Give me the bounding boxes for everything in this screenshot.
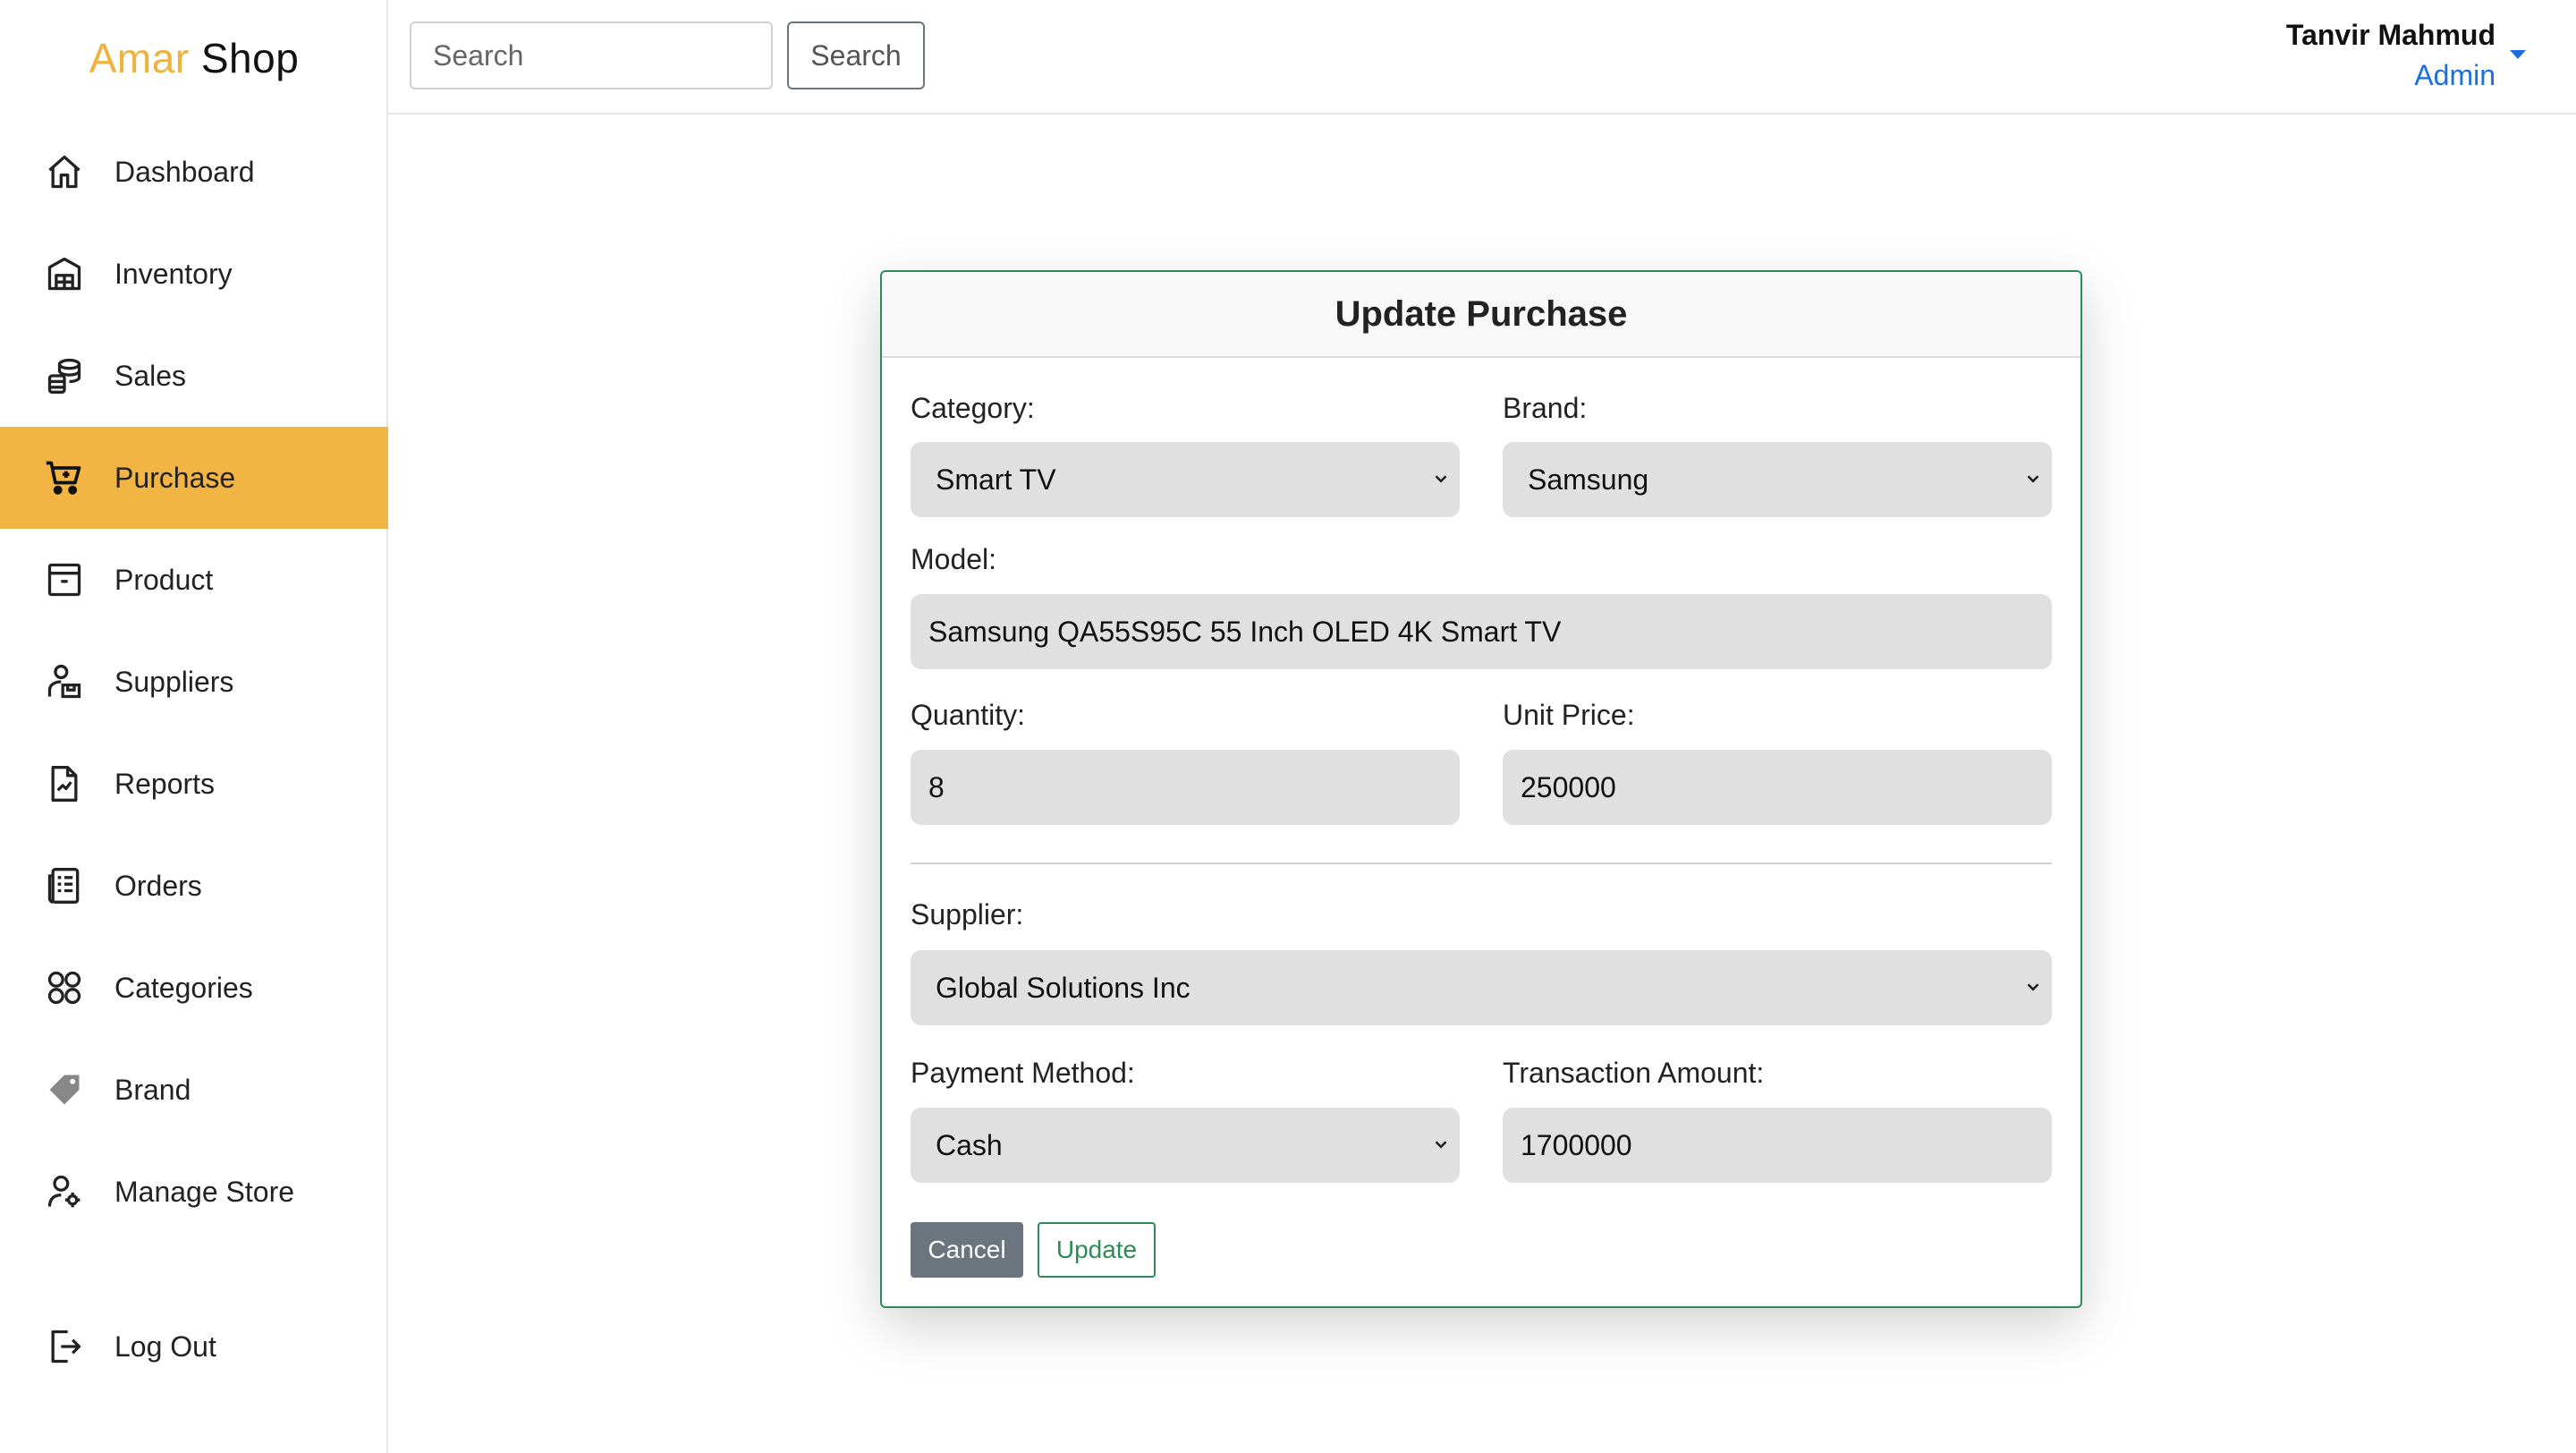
unit-price-input[interactable]: 250000 — [1503, 750, 2052, 825]
user-name: Tanvir Mahmud — [2285, 19, 2496, 51]
categories-icon — [45, 968, 84, 1007]
brand-logo-part1: Amar — [89, 35, 190, 81]
sidebar-item-manage-store[interactable]: Manage Store — [0, 1141, 388, 1243]
logout-label: Log Out — [114, 1330, 216, 1363]
supplier-icon — [45, 662, 84, 701]
archive-icon — [45, 560, 84, 599]
sidebar-item-label: Purchase — [114, 461, 236, 494]
orders-icon — [45, 866, 84, 905]
sidebar-item-label: Sales — [114, 359, 187, 392]
sidebar-item-dashboard[interactable]: Dashboard — [0, 121, 388, 223]
category-select[interactable]: Smart TV — [911, 442, 1460, 517]
supplier-value: Global Solutions Inc — [936, 971, 1191, 1004]
quantity-value: 8 — [928, 770, 945, 803]
brand-logo-part2: Shop — [200, 35, 300, 81]
sidebar-item-suppliers[interactable]: Suppliers — [0, 631, 388, 733]
sidebar-item-brand[interactable]: Brand — [0, 1039, 388, 1141]
sidebar-item-product[interactable]: Product — [0, 529, 388, 631]
payment-method-label: Payment Method: — [911, 1057, 1135, 1089]
sidebar-item-label: Inventory — [114, 257, 233, 290]
sidebar-item-purchase[interactable]: Purchase — [0, 427, 388, 529]
sidebar-item-label: Product — [114, 563, 214, 596]
transaction-amount-input[interactable]: 1700000 — [1503, 1108, 2052, 1183]
divider — [911, 862, 2052, 864]
app-root: Amar Shop Dashboard Inventory Sales Purc… — [0, 0, 2576, 1453]
update-button[interactable]: Update — [1038, 1222, 1156, 1278]
chevron-down-icon — [2027, 983, 2039, 991]
search-input[interactable] — [410, 21, 773, 89]
modal-title: Update Purchase — [1335, 293, 1628, 334]
sidebar-item-label: Brand — [114, 1073, 191, 1106]
brand-logo[interactable]: Amar Shop — [0, 34, 388, 82]
payment-method-value: Cash — [936, 1128, 1003, 1161]
model-value: Samsung QA55S95C 55 Inch OLED 4K Smart T… — [928, 615, 1562, 648]
sidebar-item-label: Categories — [114, 971, 253, 1004]
cart-icon — [45, 458, 84, 497]
category-label: Category: — [911, 392, 1035, 424]
search-button[interactable]: Search — [787, 21, 925, 89]
quantity-label: Quantity: — [911, 699, 1026, 731]
brand-label: Brand: — [1503, 392, 1588, 424]
chevron-down-icon — [1435, 1141, 1447, 1149]
cancel-button[interactable]: Cancel — [911, 1222, 1023, 1278]
sidebar-item-label: Reports — [114, 767, 216, 800]
sidebar: Amar Shop Dashboard Inventory Sales Purc… — [0, 0, 388, 1453]
payment-method-select[interactable]: Cash — [911, 1108, 1460, 1183]
modal-header: Update Purchase — [882, 272, 2080, 358]
unit-price-label: Unit Price: — [1503, 699, 1635, 731]
quantity-input[interactable]: 8 — [911, 750, 1460, 825]
model-input[interactable]: Samsung QA55S95C 55 Inch OLED 4K Smart T… — [911, 594, 2052, 669]
brand-select[interactable]: Samsung — [1503, 442, 2052, 517]
sidebar-item-label: Dashboard — [114, 155, 255, 188]
transaction-amount-value: 1700000 — [1521, 1128, 1632, 1161]
user-menu[interactable]: Tanvir Mahmud Admin — [2286, 16, 2496, 97]
transaction-amount-label: Transaction Amount: — [1503, 1057, 1765, 1089]
unit-price-value: 250000 — [1521, 770, 1616, 803]
sidebar-item-label: Suppliers — [114, 665, 234, 698]
tag-icon — [45, 1070, 84, 1109]
user-role: Admin — [2414, 59, 2496, 91]
home-icon — [45, 152, 84, 191]
supplier-select[interactable]: Global Solutions Inc — [911, 950, 2052, 1025]
chevron-down-icon — [2027, 475, 2039, 483]
sidebar-item-label: Orders — [114, 869, 202, 902]
chevron-down-icon — [1435, 475, 1447, 483]
warehouse-icon — [45, 254, 84, 293]
sidebar-item-inventory[interactable]: Inventory — [0, 223, 388, 325]
logout-button[interactable]: Log Out — [0, 1296, 388, 1398]
sidebar-item-categories[interactable]: Categories — [0, 937, 388, 1039]
update-purchase-modal: Update Purchase Category: Smart TV Brand… — [880, 270, 2082, 1308]
logout-icon — [45, 1327, 84, 1366]
brand-value: Samsung — [1528, 463, 1649, 496]
sidebar-item-sales[interactable]: Sales — [0, 325, 388, 427]
report-icon — [45, 764, 84, 803]
sidebar-item-reports[interactable]: Reports — [0, 733, 388, 835]
user-gear-icon — [45, 1172, 84, 1211]
coins-icon — [45, 356, 84, 395]
model-label: Model: — [911, 543, 997, 575]
top-bar: Search Tanvir Mahmud Admin — [388, 0, 2576, 115]
supplier-label: Supplier: — [911, 898, 1024, 930]
sidebar-item-orders[interactable]: Orders — [0, 835, 388, 937]
sidebar-item-label: Manage Store — [114, 1175, 295, 1208]
caret-down-icon[interactable] — [2510, 50, 2526, 59]
category-value: Smart TV — [936, 463, 1056, 496]
